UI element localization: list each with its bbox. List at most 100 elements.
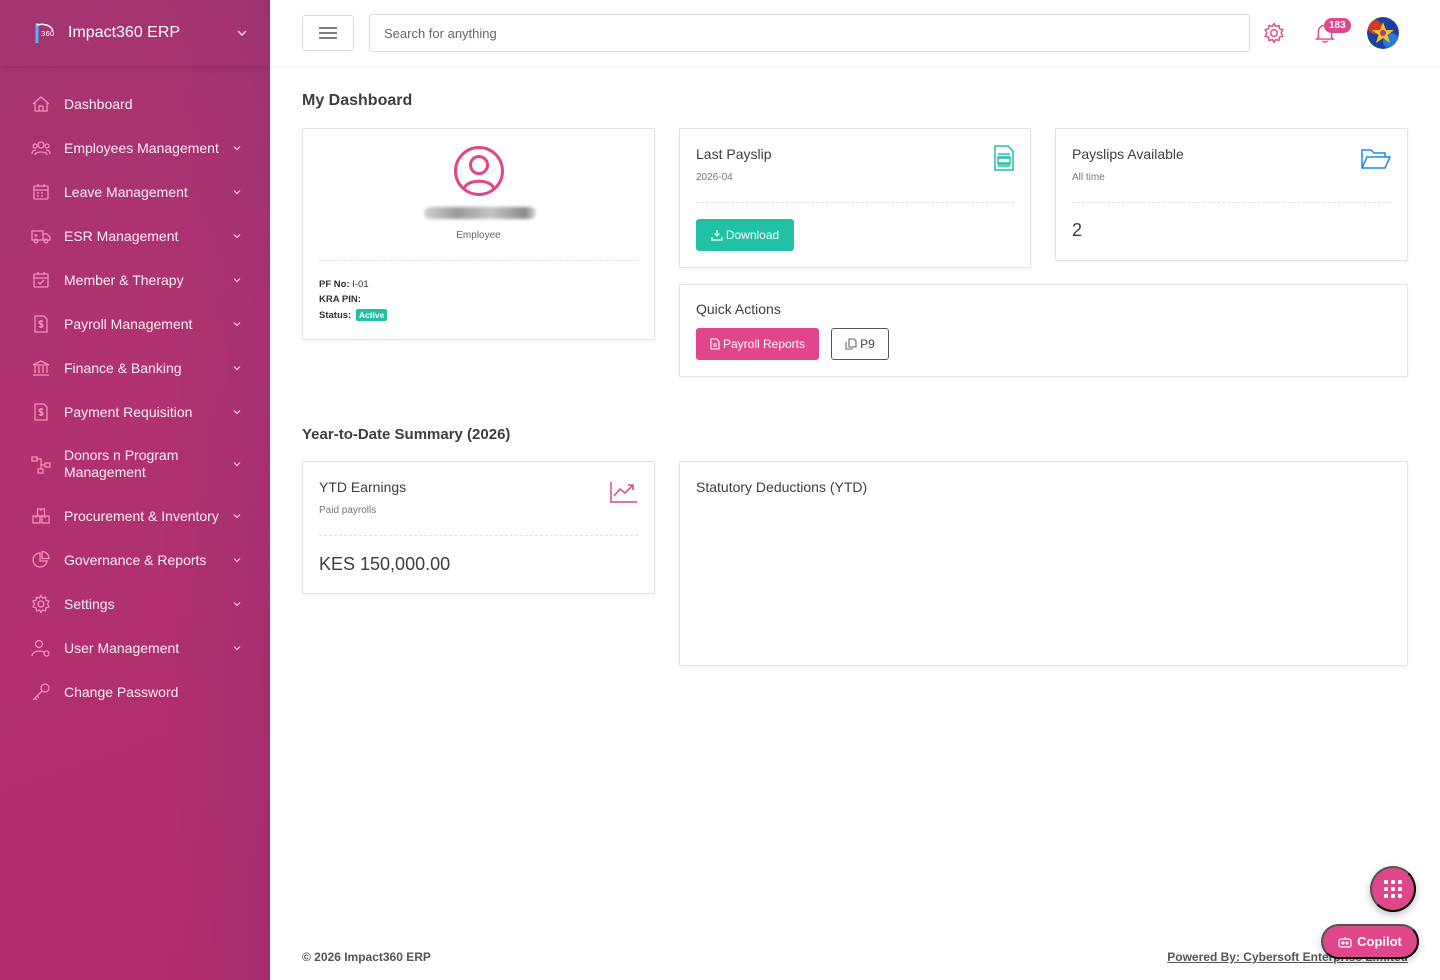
avatar[interactable] <box>1367 17 1399 49</box>
footer-copyright: © 2026 Impact360 ERP <box>302 950 431 964</box>
sidebar-item-leave-management[interactable]: Leave Management <box>0 170 270 214</box>
download-icon <box>711 230 723 241</box>
payslip-period: 2026-04 <box>696 172 733 183</box>
chevron-down-icon <box>233 558 241 563</box>
sidebar-nav: Dashboard Employees Management Leave Man… <box>0 66 270 714</box>
chevron-down-icon <box>233 514 241 519</box>
file-icon <box>710 338 720 350</box>
divider <box>1072 202 1391 203</box>
sidebar-item-procurement-inventory[interactable]: Procurement & Inventory <box>0 494 270 538</box>
payslips-available-card: Payslips Available All time 2 <box>1055 128 1408 261</box>
network-icon <box>30 453 52 475</box>
download-payslip-button[interactable]: Download <box>696 219 794 251</box>
payroll-reports-label: Payroll Reports <box>722 337 806 351</box>
sidebar-item-label: Change Password <box>64 683 179 700</box>
sidebar-item-governance-reports[interactable]: Governance & Reports <box>0 538 270 582</box>
sidebar-item-employees-management[interactable]: Employees Management <box>0 126 270 170</box>
pf-number-line: PF No: I-01 <box>319 279 369 290</box>
truck-icon <box>30 225 52 247</box>
status-line: Status: Active <box>319 309 388 321</box>
ytd-earnings-value: KES 150,000.00 <box>319 554 451 574</box>
grid-icon <box>1384 880 1402 898</box>
topbar: 183 <box>270 0 1440 66</box>
calendar-check-icon <box>30 269 52 291</box>
robot-icon <box>1338 936 1352 948</box>
sidebar-item-esr-management[interactable]: ESR Management <box>0 214 270 258</box>
payslips-count: 2 <box>1072 220 1083 240</box>
sidebar-item-finance-banking[interactable]: Finance & Banking <box>0 346 270 390</box>
kra-pin-line: KRA PIN: <box>319 294 361 305</box>
settings-gear-icon[interactable] <box>1261 20 1287 46</box>
copilot-button[interactable]: Copilot <box>1321 924 1419 959</box>
chevron-down-icon <box>233 234 241 239</box>
chevron-down-icon <box>233 646 241 651</box>
gear-icon <box>30 593 52 615</box>
pie-chart-icon <box>30 549 52 571</box>
chevron-down-icon <box>233 462 241 467</box>
card-title: Payslips Available <box>1072 146 1184 162</box>
profile-name-redacted <box>424 207 536 219</box>
card-title: Quick Actions <box>696 301 781 317</box>
chevron-down-icon <box>233 366 241 371</box>
ytd-earnings-card: YTD Earnings Paid payrolls KES 150,000.0… <box>302 461 655 594</box>
sidebar-item-label: Payroll Management <box>64 315 193 332</box>
status-badge: Active <box>355 309 388 321</box>
sidebar-item-label: Employees Management <box>64 139 219 156</box>
sidebar-item-label: Dashboard <box>64 95 133 112</box>
sidebar-item-label: Member & Therapy <box>64 271 184 288</box>
sidebar-item-dashboard[interactable]: Dashboard <box>0 82 270 126</box>
card-subtitle: All time <box>1072 172 1105 183</box>
sidebar-item-label: Finance & Banking <box>64 359 182 376</box>
chevron-down-icon <box>233 146 241 151</box>
menu-toggle-button[interactable] <box>302 15 354 51</box>
card-title: YTD Earnings <box>319 479 407 495</box>
chevron-down-icon <box>233 190 241 195</box>
chevron-down-icon <box>233 278 241 283</box>
card-title: Statutory Deductions (YTD) <box>696 479 868 495</box>
card-subtitle: Paid payrolls <box>319 505 377 516</box>
profile-role: Employee <box>456 230 501 241</box>
sidebar-item-member-therapy[interactable]: Member & Therapy <box>0 258 270 302</box>
sidebar-item-user-management[interactable]: User Management <box>0 626 270 670</box>
sidebar-item-label: Governance & Reports <box>64 551 207 568</box>
sidebar-item-label: Payment Requisition <box>64 403 193 420</box>
sidebar-item-donors-program-management[interactable]: Donors n Program Management <box>0 434 270 494</box>
home-icon <box>30 93 52 115</box>
card-title: Last Payslip <box>696 146 772 162</box>
calendar-icon <box>30 181 52 203</box>
apps-grid-button[interactable] <box>1370 866 1416 912</box>
sidebar-item-settings[interactable]: Settings <box>0 582 270 626</box>
sidebar-item-label: Settings <box>64 595 115 612</box>
ytd-section-title: Year-to-Date Summary (2026) <box>302 426 511 443</box>
last-payslip-card: Last Payslip 2026-04 Download <box>679 128 1031 268</box>
search-input[interactable] <box>369 14 1250 52</box>
chevron-down-icon <box>233 602 241 607</box>
sidebar-item-payroll-management[interactable]: Payroll Management <box>0 302 270 346</box>
pf-label: PF No: <box>319 279 350 290</box>
chevron-down-icon[interactable] <box>236 27 248 39</box>
kra-label: KRA PIN: <box>319 294 361 305</box>
sidebar-item-label: ESR Management <box>64 227 179 244</box>
sidebar-item-payment-requisition[interactable]: Payment Requisition <box>0 390 270 434</box>
p9-label: P9 <box>860 337 875 351</box>
quick-actions-card: Quick Actions Payroll Reports P9 <box>679 284 1408 377</box>
sidebar-item-change-password[interactable]: Change Password <box>0 670 270 714</box>
user-circle-icon <box>454 146 504 196</box>
files-icon <box>845 338 857 350</box>
notification-badge: 183 <box>1324 18 1351 33</box>
divider <box>319 260 638 261</box>
users-icon <box>30 137 52 159</box>
divider <box>696 202 1014 203</box>
payroll-reports-button[interactable]: Payroll Reports <box>696 328 819 360</box>
divider <box>319 535 638 536</box>
brand-header[interactable]: 360 Impact360 ERP <box>0 0 270 66</box>
status-label: Status: <box>319 310 352 321</box>
statutory-deductions-card: Statutory Deductions (YTD) <box>679 461 1408 666</box>
bank-icon <box>30 357 52 379</box>
folder-open-icon <box>1361 149 1391 169</box>
boxes-icon <box>30 505 52 527</box>
sidebar-item-label: Leave Management <box>64 183 188 200</box>
download-label: Download <box>725 228 780 242</box>
p9-button[interactable]: P9 <box>831 328 889 360</box>
impact360-logo-icon: 360 <box>30 18 60 48</box>
